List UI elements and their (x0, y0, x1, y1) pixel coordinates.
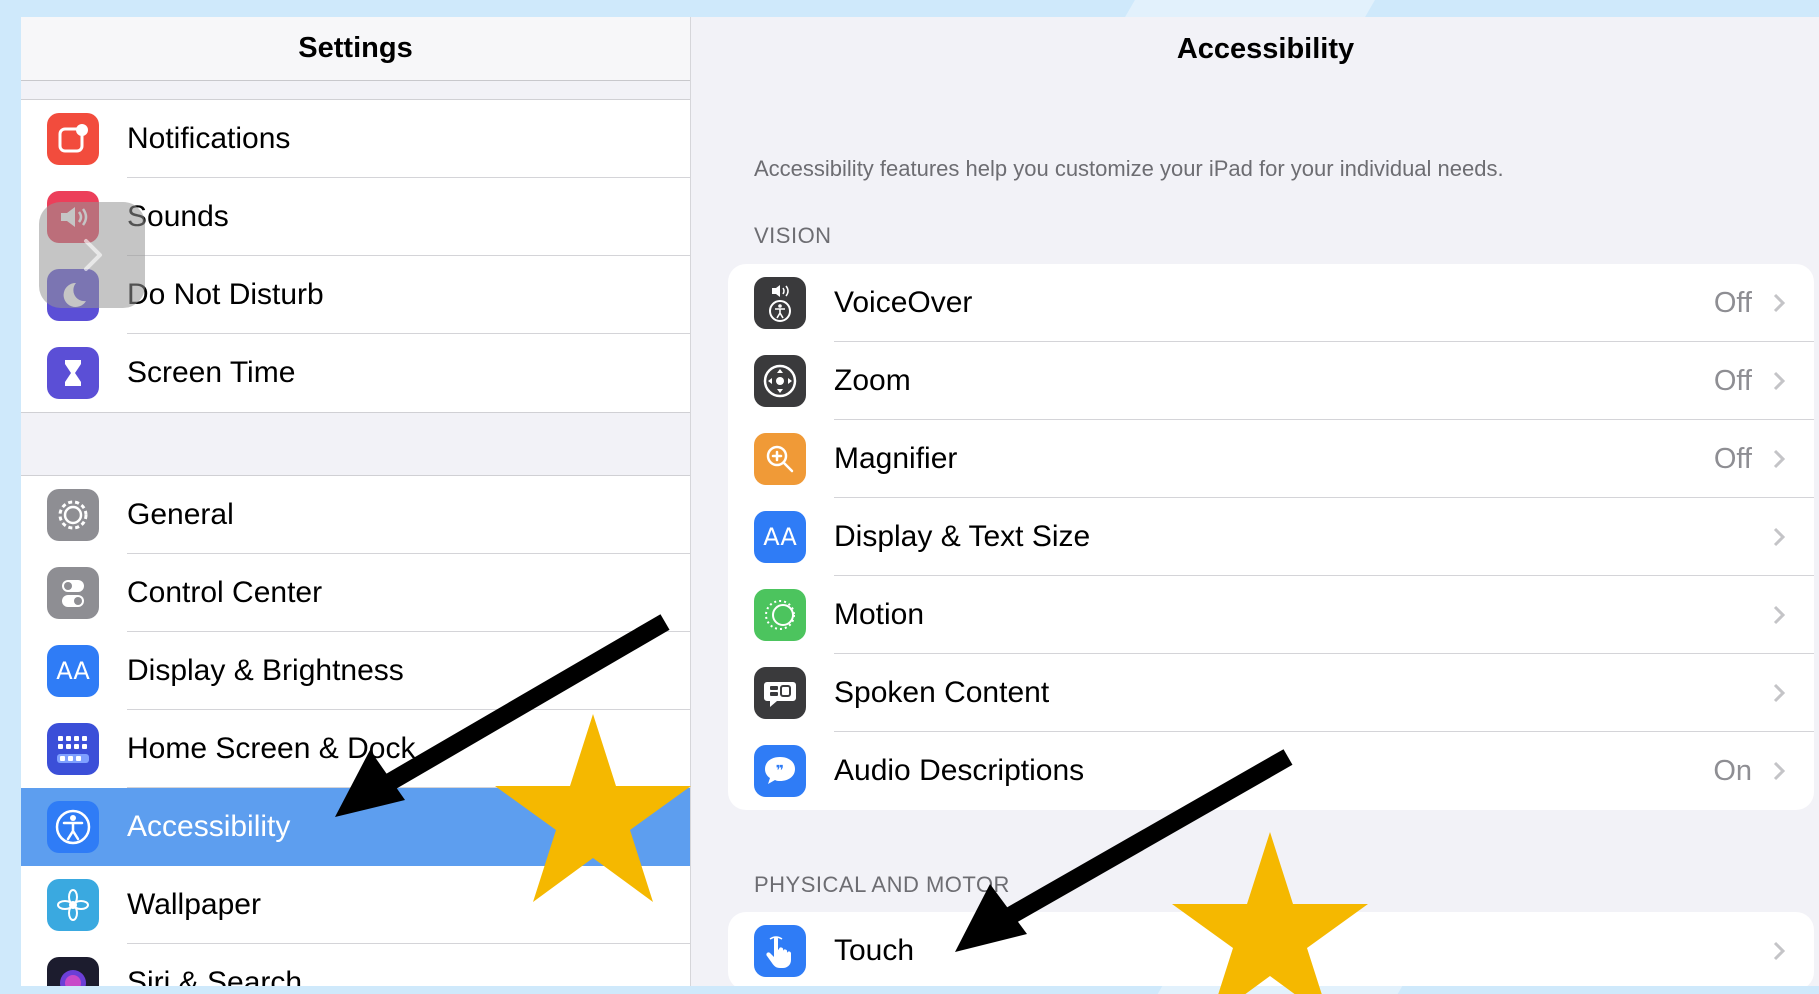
voiceover-icon (754, 277, 806, 329)
hourglass-icon (47, 347, 99, 399)
sidebar-item-label: Screen Time (127, 356, 296, 389)
quote-bubble-icon: ❞ (754, 745, 806, 797)
row-value: On (1713, 754, 1752, 787)
hand-touch-icon (754, 925, 806, 977)
sidebar-item-notifications[interactable]: Notifications (21, 100, 690, 178)
chevron-right-icon (1772, 912, 1786, 986)
sidebar-item-label: Notifications (127, 122, 291, 155)
sidebar-item-label: Display & Brightness (127, 654, 404, 687)
row-audio-descriptions[interactable]: ❞ Audio Descriptions On (728, 732, 1814, 810)
detail-header: Accessibility (692, 17, 1819, 81)
notifications-icon (47, 113, 99, 165)
sidebar-item-label: Home Screen & Dock (127, 732, 416, 765)
sidebar-group-2: General Control Center AA Display & Brig… (21, 475, 690, 986)
row-value: Off (1713, 286, 1752, 319)
chevron-right-icon (1772, 342, 1786, 420)
gear-icon (47, 489, 99, 541)
row-value: Off (1713, 364, 1752, 397)
svg-text:❞: ❞ (776, 763, 784, 779)
accessibility-description: Accessibility features help you customiz… (754, 156, 1504, 181)
row-label: Display & Text Size (834, 520, 1091, 553)
chevron-right-icon (1772, 420, 1786, 498)
row-label: Spoken Content (834, 676, 1050, 709)
row-label: Audio Descriptions (834, 754, 1085, 787)
text-size-icon: AA (47, 645, 99, 697)
background-stripe (1157, 986, 1403, 994)
sidebar-item-screen-time[interactable]: Screen Time (21, 334, 690, 412)
sidebar-item-label: Siri & Search (127, 966, 303, 986)
motion-icon (754, 589, 806, 641)
sidebar-title: Settings (298, 32, 413, 64)
detail-title: Accessibility (1176, 32, 1355, 65)
sidebar-item-label: Control Center (127, 576, 323, 609)
background-stripe (1125, 0, 1375, 17)
sidebar-item-label: Wallpaper (127, 888, 261, 921)
sidebar-item-siri-search[interactable]: Siri & Search (21, 944, 690, 986)
row-label: Touch (834, 934, 915, 967)
ipad-screen: Settings Notifications Sounds Do Not Dis… (21, 17, 1819, 986)
sidebar-header: Settings (21, 17, 690, 81)
row-magnifier[interactable]: Magnifier Off (728, 420, 1814, 498)
section-header-physical-motor: PHYSICAL AND MOTOR (754, 872, 1010, 897)
accessibility-icon (47, 801, 99, 853)
row-touch[interactable]: Touch (728, 912, 1814, 986)
settings-sidebar: Settings Notifications Sounds Do Not Dis… (21, 17, 691, 986)
chevron-right-icon (84, 239, 102, 271)
sidebar-item-label: General (127, 498, 234, 531)
siri-icon (47, 957, 99, 986)
row-spoken-content[interactable]: Spoken Content (728, 654, 1814, 732)
row-label: Motion (834, 598, 925, 631)
zoom-icon (754, 355, 806, 407)
chevron-right-icon (1772, 654, 1786, 732)
speech-bubble-icon (754, 667, 806, 719)
sidebar-item-label: Accessibility (127, 810, 291, 843)
row-label: Zoom (834, 364, 911, 397)
toggles-icon (47, 567, 99, 619)
sidebar-item-home-screen-dock[interactable]: Home Screen & Dock (21, 710, 690, 788)
sidebar-item-label: Do Not Disturb (127, 278, 324, 311)
sidebar-item-display-brightness[interactable]: AA Display & Brightness (21, 632, 690, 710)
chevron-right-icon (1772, 732, 1786, 810)
chevron-right-icon (1772, 498, 1786, 576)
sidebar-item-general[interactable]: General (21, 476, 690, 554)
home-grid-icon (47, 723, 99, 775)
row-label: Magnifier (834, 442, 958, 475)
section-header-vision: VISION (754, 223, 832, 248)
accessibility-detail-pane: Accessibility Accessibility features hel… (692, 17, 1819, 986)
row-label: VoiceOver (834, 286, 973, 319)
row-motion[interactable]: Motion (728, 576, 1814, 654)
row-value: Off (1713, 442, 1752, 475)
sidebar-item-control-center[interactable]: Control Center (21, 554, 690, 632)
text-size-icon: AA (754, 511, 806, 563)
physical-motor-card: Touch (728, 912, 1814, 986)
vision-card: VoiceOver Off Zoom Off Magnifier Off AA … (728, 264, 1814, 810)
row-zoom[interactable]: Zoom Off (728, 342, 1814, 420)
row-display-text-size[interactable]: AA Display & Text Size (728, 498, 1814, 576)
sidebar-item-wallpaper[interactable]: Wallpaper (21, 866, 690, 944)
row-voiceover[interactable]: VoiceOver Off (728, 264, 1814, 342)
flower-icon (47, 879, 99, 931)
magnifier-icon (754, 433, 806, 485)
chevron-right-icon (1772, 264, 1786, 342)
chevron-right-icon (1772, 576, 1786, 654)
assistive-touch-button[interactable] (39, 202, 145, 308)
sidebar-item-accessibility[interactable]: Accessibility (21, 788, 690, 866)
